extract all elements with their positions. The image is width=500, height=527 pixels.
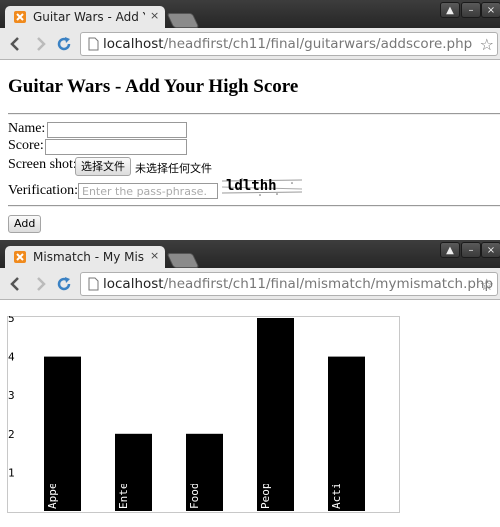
- name-input[interactable]: [47, 122, 187, 138]
- page-icon: [88, 37, 99, 51]
- url-text: localhost/headfirst/ch11/final/guitarwar…: [103, 36, 472, 52]
- star-icon[interactable]: ☆: [480, 275, 494, 294]
- close-window-button[interactable]: ×: [481, 242, 500, 258]
- score-input[interactable]: [45, 139, 187, 155]
- back-icon[interactable]: [6, 274, 26, 294]
- url-path: /headfirst/ch11/final/guitarwars/addscor…: [163, 36, 473, 52]
- name-label: Name:: [8, 121, 46, 136]
- url-host: localhost: [103, 276, 164, 292]
- window-up-button[interactable]: ▲: [440, 242, 460, 258]
- page-content: Guitar Wars - Add Your High Score Name: …: [0, 60, 500, 240]
- y-tick-label: 2: [8, 428, 15, 441]
- divider: [8, 205, 500, 207]
- window-up-button[interactable]: ▲: [440, 2, 460, 18]
- browser-toolbar: localhost/headfirst/ch11/final/mismatch/…: [0, 268, 500, 300]
- url-host: localhost: [103, 36, 164, 52]
- y-tick-label: 1: [8, 466, 15, 479]
- no-file-text: 未选择任何文件: [135, 162, 212, 175]
- browser-toolbar: localhost/headfirst/ch11/final/guitarwar…: [0, 28, 500, 60]
- add-button[interactable]: Add: [8, 215, 42, 233]
- bar-people: [257, 318, 294, 511]
- page-content: 12345AppearanceEntertainmentFoodPeopleAc…: [0, 300, 500, 527]
- url-path: /headfirst/ch11/final/mismatch/mymismatc…: [163, 276, 494, 292]
- tab-close-icon[interactable]: ×: [150, 9, 159, 22]
- screenshot-label: Screen shot:: [8, 157, 77, 172]
- verification-label: Verification:: [8, 183, 78, 198]
- url-text: localhost/headfirst/ch11/final/mismatch/…: [103, 276, 493, 292]
- favicon-icon: [14, 11, 26, 23]
- forward-icon[interactable]: [30, 274, 50, 294]
- captcha-image: ldlthh: [222, 178, 302, 196]
- minimize-button[interactable]: –: [461, 2, 481, 18]
- bar-chart: 12345AppearanceEntertainmentFoodPeopleAc…: [7, 316, 400, 513]
- page-icon: [88, 277, 99, 291]
- y-tick-label: 3: [8, 389, 15, 402]
- captcha-text: ldlthh: [226, 178, 277, 194]
- new-tab-button[interactable]: [166, 13, 200, 28]
- star-icon[interactable]: ☆: [480, 35, 494, 54]
- minimize-button[interactable]: –: [461, 242, 481, 258]
- y-tick-label: 5: [8, 316, 15, 325]
- tab-title: Mismatch - My Mism: [33, 250, 145, 264]
- y-tick-label: 4: [8, 351, 15, 364]
- score-label: Score:: [8, 138, 44, 153]
- back-icon[interactable]: [6, 34, 26, 54]
- divider: [8, 113, 500, 115]
- browser-window-guitarwars: Guitar Wars - Add Yo × ▲ – × localhost/h…: [0, 0, 500, 240]
- titlebar: Mismatch - My Mism × ▲ – ×: [0, 240, 500, 268]
- bar-label: Food: [188, 483, 201, 510]
- address-bar[interactable]: localhost/headfirst/ch11/final/mismatch/…: [80, 272, 498, 296]
- page-title: Guitar Wars - Add Your High Score: [8, 76, 299, 97]
- address-bar[interactable]: localhost/headfirst/ch11/final/guitarwar…: [80, 32, 498, 56]
- tab-close-icon[interactable]: ×: [150, 249, 159, 262]
- tab-title: Guitar Wars - Add Yo: [33, 10, 145, 24]
- reload-icon[interactable]: [54, 34, 74, 54]
- close-window-button[interactable]: ×: [481, 2, 500, 18]
- tab-mismatch[interactable]: Mismatch - My Mism ×: [5, 246, 165, 268]
- tab-guitarwars[interactable]: Guitar Wars - Add Yo ×: [5, 6, 165, 28]
- reload-icon[interactable]: [54, 274, 74, 294]
- choose-file-button[interactable]: 选择文件: [75, 157, 131, 176]
- favicon-icon: [14, 251, 26, 263]
- forward-icon[interactable]: [30, 34, 50, 54]
- browser-window-mismatch: Mismatch - My Mism × ▲ – × localhost/hea…: [0, 240, 500, 527]
- verification-input[interactable]: [78, 183, 218, 199]
- titlebar: Guitar Wars - Add Yo × ▲ – ×: [0, 0, 500, 28]
- new-tab-button[interactable]: [166, 253, 200, 268]
